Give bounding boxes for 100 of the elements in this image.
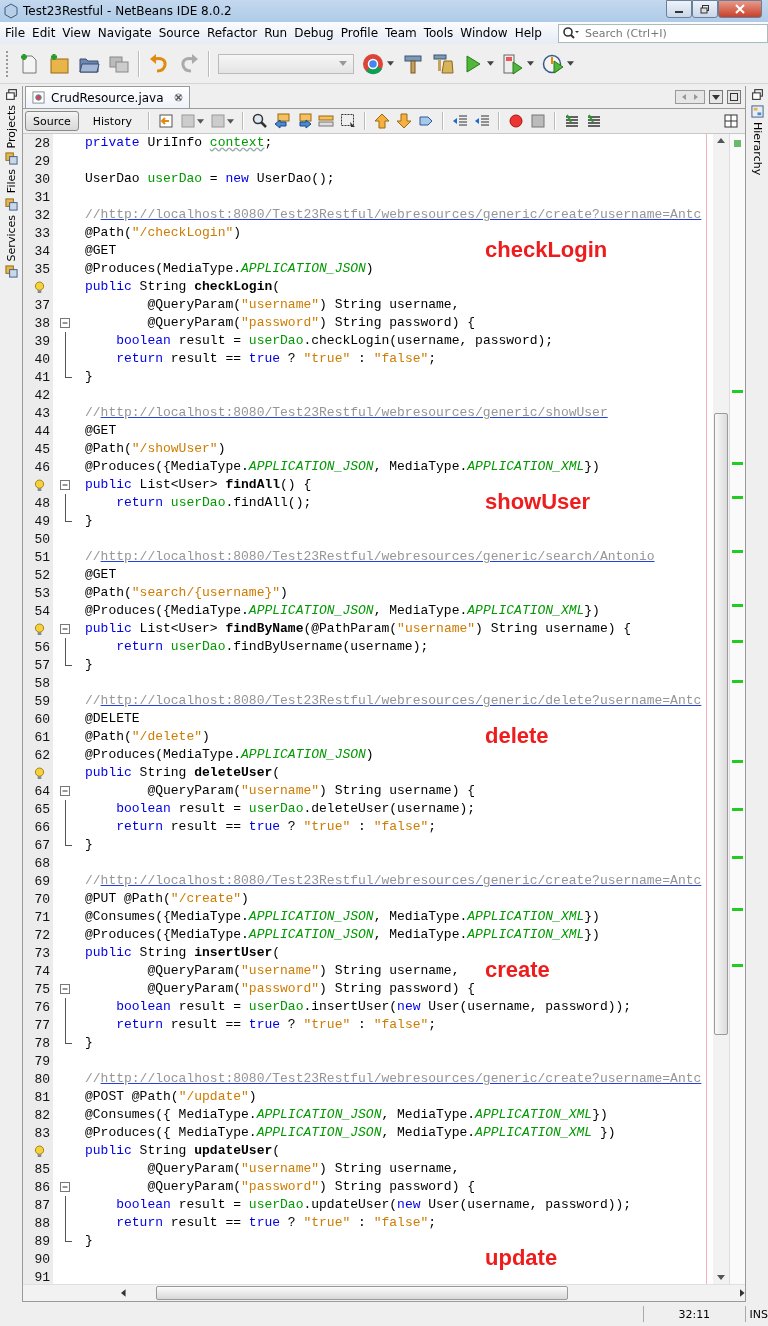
horizontal-scrollbar[interactable] [23, 1284, 745, 1301]
menu-item[interactable]: Refactor [203, 26, 262, 40]
undo-icon[interactable] [148, 52, 170, 75]
lightbulb-icon[interactable] [34, 280, 45, 294]
lines-icon[interactable] [563, 113, 580, 129]
menu-item[interactable]: Run [261, 26, 292, 40]
caret-icon[interactable] [387, 61, 394, 66]
indent-icon[interactable] [451, 113, 468, 129]
line-number: 67 [34, 837, 50, 853]
fold-icon[interactable] [60, 786, 70, 796]
search-icon[interactable] [251, 113, 268, 129]
caret-icon[interactable] [196, 118, 204, 124]
indent-icon[interactable] [473, 113, 490, 129]
down-arrow-icon[interactable] [395, 113, 412, 129]
side-tab[interactable]: Hierarchy [750, 122, 764, 176]
hammer-icon[interactable] [402, 52, 424, 75]
dropdown-icon[interactable] [709, 90, 723, 104]
menu-item[interactable]: Source [155, 26, 204, 40]
code-line: return userDao.findAll(); [115, 494, 312, 512]
menu-item[interactable]: Navigate [94, 26, 156, 40]
menu-item[interactable]: View [59, 26, 95, 40]
view-tab[interactable]: History [84, 111, 140, 131]
vertical-scrollbar[interactable] [713, 134, 729, 1284]
code-line: } [85, 512, 93, 530]
maximize-button[interactable] [692, 0, 718, 18]
lightbulb-icon[interactable] [34, 478, 45, 492]
fold-icon[interactable] [60, 984, 70, 994]
window-title: Test23Restful - NetBeans IDE 8.0.2 [23, 4, 232, 18]
menu-item[interactable]: Debug [291, 26, 338, 40]
line-number: 28 [34, 135, 50, 151]
browser-icon[interactable] [362, 52, 384, 75]
panel-icon[interactable] [4, 152, 18, 166]
annotation-label: create [485, 957, 550, 983]
menu-item[interactable]: Edit [29, 26, 60, 40]
profile-icon[interactable] [542, 52, 564, 75]
side-tab[interactable]: Projects [4, 105, 18, 149]
code-line: @QueryParam("username") String username) { [146, 782, 476, 800]
caret-icon[interactable] [226, 118, 234, 124]
line-number: 38 [34, 315, 50, 331]
code-line: @QueryParam("password") String password) { [146, 1178, 476, 1196]
split-icon[interactable] [723, 113, 739, 129]
close-button[interactable] [718, 0, 762, 18]
code-line: //http://localhost:8080/Test23Restful/webresources/generic/create?username=Antc [85, 206, 702, 224]
lines-icon[interactable] [585, 113, 602, 129]
lightbulb-icon[interactable] [34, 1144, 45, 1158]
scroll-thumb[interactable] [155, 1286, 569, 1300]
search-icon[interactable] [562, 25, 580, 40]
up-arrow-icon[interactable] [373, 113, 390, 129]
bookmark-icon[interactable] [417, 113, 434, 129]
fold-icon[interactable] [60, 480, 70, 490]
side-tab[interactable]: Files [4, 169, 18, 194]
lightbulb-icon[interactable] [34, 766, 45, 780]
menu-item[interactable]: Profile [337, 26, 382, 40]
scroll-down-icon[interactable] [717, 1275, 725, 1280]
line-number: 45 [34, 441, 50, 457]
menu-item[interactable]: Team [382, 26, 421, 40]
caret-icon[interactable] [487, 61, 494, 66]
caret-icon[interactable] [567, 61, 574, 66]
menu-item[interactable]: Tools [420, 26, 458, 40]
menu-item[interactable]: Help [511, 26, 546, 40]
stop-icon[interactable] [529, 113, 546, 129]
view-tab[interactable]: Source [25, 111, 79, 131]
restore-icon[interactable] [4, 88, 18, 101]
panel-icon[interactable] [4, 197, 18, 211]
fold-icon[interactable] [60, 1182, 70, 1192]
minimize-button[interactable] [666, 0, 692, 18]
new-project-icon[interactable] [48, 52, 70, 75]
restore-icon[interactable] [750, 88, 764, 101]
fold-icon[interactable] [60, 318, 70, 328]
line-number: 62 [34, 747, 50, 763]
panel-icon[interactable] [4, 264, 18, 278]
menu-item[interactable]: Window [457, 26, 512, 40]
hammer-broom-icon[interactable] [432, 52, 454, 75]
lightbulb-icon[interactable] [34, 622, 45, 636]
line-number: 60 [34, 711, 50, 727]
selection-icon[interactable] [339, 113, 356, 129]
menu-item[interactable]: File [2, 26, 30, 40]
maximize-icon[interactable] [727, 90, 741, 104]
record-icon[interactable] [507, 113, 524, 129]
highlight-icon[interactable] [317, 113, 334, 129]
debug-icon[interactable] [502, 52, 524, 75]
side-tab[interactable]: Services [4, 214, 18, 261]
last-edit-icon[interactable] [157, 113, 174, 129]
code-line: return result == true ? "true" : "false"; [115, 1016, 437, 1034]
scroll-right-icon[interactable] [740, 1289, 745, 1297]
close-icon[interactable] [173, 93, 183, 102]
left-arrow-icon[interactable] [273, 113, 290, 129]
fold-icon[interactable] [60, 624, 70, 634]
scroll-left-icon[interactable] [121, 1289, 126, 1297]
editor-tab[interactable]: CrudResource.java [25, 86, 190, 108]
line-number: 57 [34, 657, 50, 673]
line-number: 59 [34, 693, 50, 709]
caret-icon[interactable] [527, 61, 534, 66]
code-line: } [85, 836, 93, 854]
line-number: 30 [34, 171, 50, 187]
new-file-icon[interactable] [18, 52, 40, 75]
line-number: 81 [34, 1089, 50, 1105]
search-field[interactable]: Search (Ctrl+I) [558, 23, 768, 43]
scroll-up-icon[interactable] [717, 138, 725, 143]
scroll-thumb[interactable] [714, 413, 728, 1035]
